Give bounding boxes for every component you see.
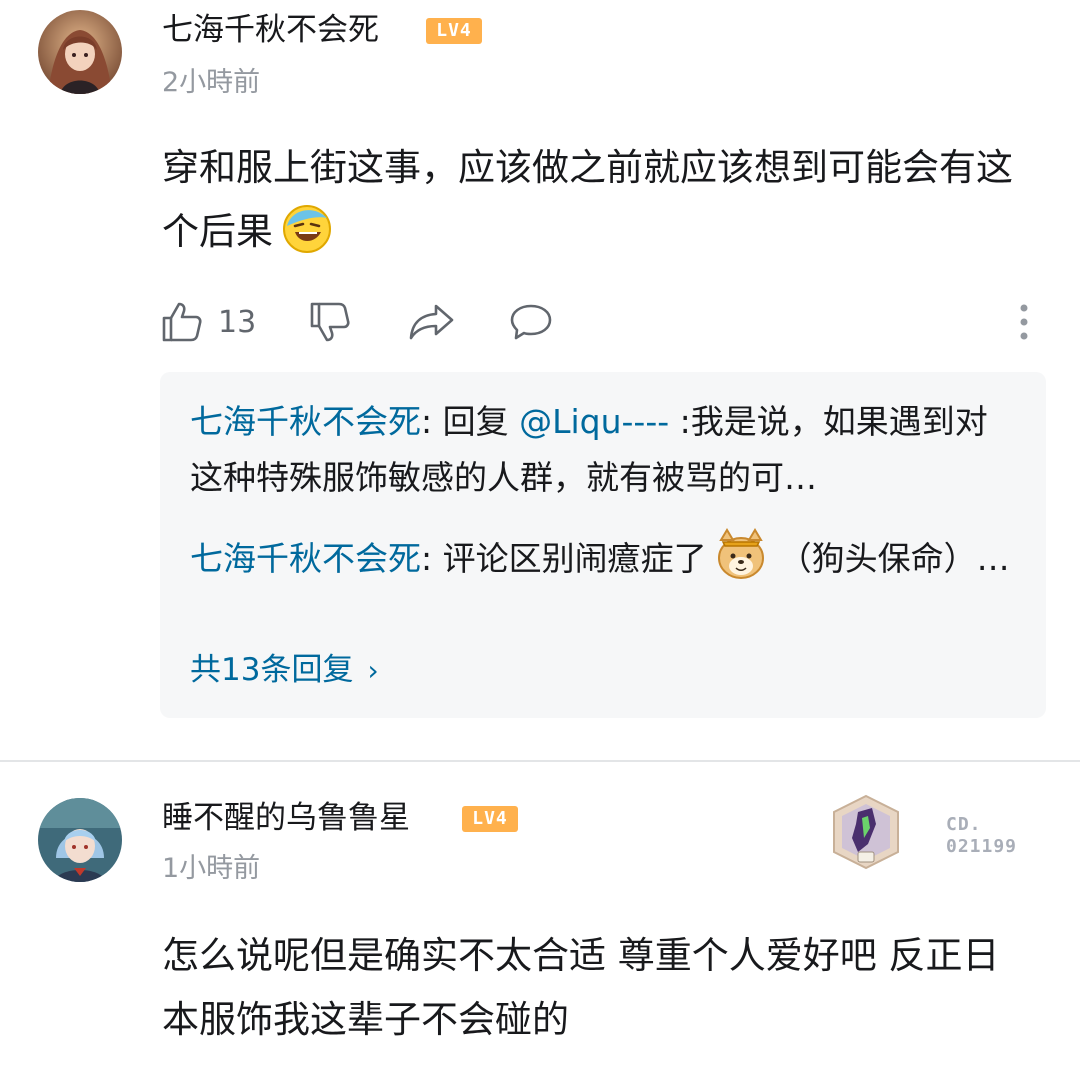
mention-link[interactable]: @Liqu---- [519,402,669,441]
thumb-down-icon [310,302,350,342]
reply-text: 评论区别闹癔症了 [442,539,707,578]
reply-item[interactable]: 七海千秋不会死: 评论区别闹癔症了 （狗头保命）… [190,526,1020,587]
share-icon [409,304,454,340]
timestamp: 1小時前 [162,853,261,884]
level-badge: LV4 [426,18,482,44]
comment-content[interactable]: 穿和服上街这事，应该做之前就应该想到可能会有这个后果 [162,136,1032,264]
dislike-button[interactable] [308,296,352,348]
doge-emoji-icon [717,528,764,579]
comment-actions: 13 [160,296,1040,348]
reply-username[interactable]: 七海千秋不会死 [190,402,421,441]
fan-badge-number: CD. 021199 [946,814,1018,857]
username[interactable]: 七海千秋不会死 [162,10,379,50]
fan-badge-pendant[interactable] [828,794,904,870]
level-badge: LV4 [462,806,518,832]
reply-text: （狗头保命）… [778,539,1010,578]
avatar[interactable] [38,10,122,94]
timestamp: 2小時前 [162,67,261,98]
comment-bubble-icon [510,304,552,340]
comment-item: 七海千秋不会死 LV4 2小時前 穿和服上街这事，应该做之前就应该想到可能会有这… [0,0,1080,760]
more-vertical-icon [1020,304,1028,340]
reply-username[interactable]: 七海千秋不会死 [190,539,421,578]
username[interactable]: 睡不醒的乌鲁鲁星 [162,798,410,838]
laugh-cry-emoji-icon [283,205,331,253]
like-count: 13 [218,304,257,340]
reply-item[interactable]: 七海千秋不会死: 回复 @Liqu---- :我是说，如果遇到对这种特殊服饰敏感… [190,394,1020,506]
view-all-replies-link[interactable]: 共13条回复 › [190,648,379,693]
reply-preview-box[interactable]: 七海千秋不会死: 回复 @Liqu---- :我是说，如果遇到对这种特殊服饰敏感… [160,372,1046,718]
divider [0,760,1080,762]
comment-content[interactable]: 怎么说呢但是确实不太合适 尊重个人爱好吧 反正日本服饰我这辈子不会碰的 [162,924,1032,1052]
more-options-button[interactable] [1014,300,1034,344]
comment-item: 睡不醒的乌鲁鲁星 LV4 1小時前 CD. 021199 怎么说呢但是确实不太合… [0,760,1080,1071]
like-button[interactable]: 13 [160,296,256,348]
share-button[interactable] [408,296,456,348]
avatar[interactable] [38,798,122,882]
thumb-up-icon [162,302,202,342]
chevron-right-icon: › [367,654,379,687]
reply-button[interactable] [508,296,554,348]
